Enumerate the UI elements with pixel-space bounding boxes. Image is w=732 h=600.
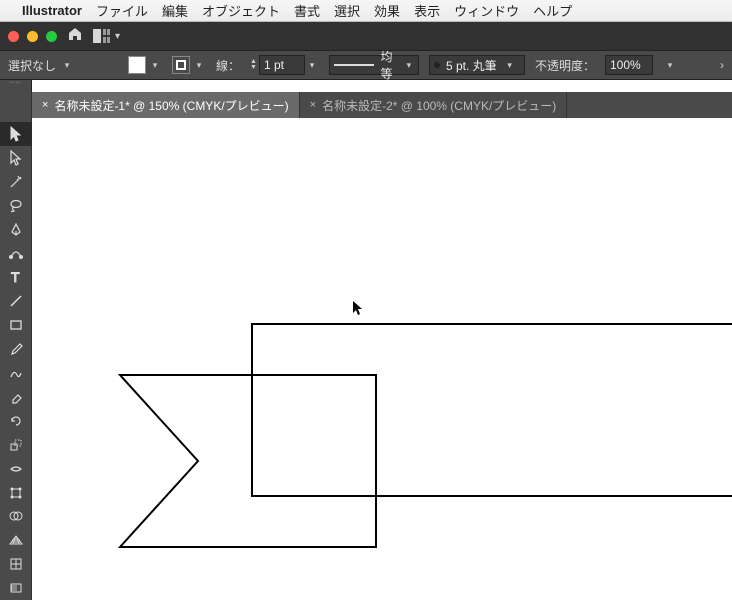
selection-tool[interactable] xyxy=(0,122,32,146)
tool-panel-grip[interactable]: ┄┄ xyxy=(0,80,32,92)
canvas[interactable] xyxy=(32,118,732,600)
selection-status: 選択なし ▾ xyxy=(8,57,118,74)
type-tool[interactable]: T xyxy=(0,265,32,289)
tab-document-1[interactable]: × 名称未設定-1* @ 150% (CMYK/プレビュー) xyxy=(32,92,300,118)
tools-panel: T xyxy=(0,92,32,600)
magic-wand-tool[interactable] xyxy=(0,170,32,194)
chevron-down-icon: ▾ xyxy=(115,31,120,42)
close-tab-icon[interactable]: × xyxy=(310,99,316,111)
tab-document-2[interactable]: × 名称未設定-2* @ 100% (CMYK/プレビュー) xyxy=(300,92,568,118)
rectangle-tool[interactable] xyxy=(0,313,32,337)
fill-dropdown[interactable]: ▾ xyxy=(148,60,162,71)
stroke-preview-icon xyxy=(334,64,375,66)
fill-swatch-group: ▾ xyxy=(128,56,162,74)
menu-object[interactable]: オブジェクト xyxy=(202,1,280,20)
mesh-tool[interactable] xyxy=(0,552,32,576)
menu-window[interactable]: ウィンドウ xyxy=(454,1,519,20)
zoom-window-button[interactable] xyxy=(46,31,57,42)
brush-dropdown[interactable]: ▾ xyxy=(503,60,517,71)
eraser-tool[interactable] xyxy=(0,385,32,409)
app-bar: ▾ xyxy=(0,22,732,50)
stroke-dropdown[interactable]: ▾ xyxy=(192,60,206,71)
window-controls xyxy=(8,31,57,42)
minimize-window-button[interactable] xyxy=(27,31,38,42)
brush-field[interactable]: 5 pt. 丸筆 ▾ xyxy=(429,55,525,75)
stroke-width-spinner[interactable]: ▲▼ 1 pt ▾ xyxy=(250,55,319,75)
shaper-tool[interactable] xyxy=(0,361,32,385)
lasso-tool[interactable] xyxy=(0,194,32,218)
menu-view[interactable]: 表示 xyxy=(414,1,440,20)
curvature-tool[interactable] xyxy=(0,242,32,266)
width-tool[interactable] xyxy=(0,457,32,481)
perspective-grid-tool[interactable] xyxy=(0,528,32,552)
fill-color-swatch[interactable] xyxy=(128,56,146,74)
home-icon[interactable] xyxy=(67,26,83,47)
stroke-swatch-group: ▾ xyxy=(172,56,206,74)
brush-preview-icon xyxy=(434,62,440,68)
control-overflow-button[interactable]: › xyxy=(720,58,724,72)
stroke-profile-label: 均等 xyxy=(380,48,397,82)
paintbrush-tool[interactable] xyxy=(0,337,32,361)
stroke-width-dropdown[interactable]: ▾ xyxy=(305,60,319,71)
menu-help[interactable]: ヘルプ xyxy=(533,1,572,20)
line-tool[interactable] xyxy=(0,289,32,313)
menu-type[interactable]: 書式 xyxy=(294,1,320,20)
shape-builder-tool[interactable] xyxy=(0,505,32,529)
macos-menubar: Illustrator ファイル 編集 オブジェクト 書式 選択 効果 表示 ウ… xyxy=(0,0,732,22)
direct-selection-tool[interactable] xyxy=(0,146,32,170)
close-window-button[interactable] xyxy=(8,31,19,42)
menu-select[interactable]: 選択 xyxy=(334,1,360,20)
opacity-label: 不透明度： xyxy=(535,57,595,74)
selection-label: 選択なし xyxy=(8,57,56,74)
document-tabs: × 名称未設定-1* @ 150% (CMYK/プレビュー) × 名称未設定-2… xyxy=(32,92,732,118)
gradient-tool[interactable] xyxy=(0,576,32,600)
opacity-field[interactable]: 100% xyxy=(605,55,653,75)
stroke-width-field[interactable]: 1 pt xyxy=(259,55,305,75)
pen-tool[interactable] xyxy=(0,218,32,242)
rotate-tool[interactable] xyxy=(0,409,32,433)
selection-dropdown[interactable]: ▾ xyxy=(60,60,74,71)
stroke-color-swatch[interactable] xyxy=(172,56,190,74)
menu-file[interactable]: ファイル xyxy=(96,1,148,20)
stroke-label: 線： xyxy=(216,57,240,74)
vector-path-rectangle[interactable] xyxy=(250,322,732,498)
tab-label: 名称未設定-2* @ 100% (CMYK/プレビュー) xyxy=(322,97,556,114)
menu-effect[interactable]: 効果 xyxy=(374,1,400,20)
brush-label: 5 pt. 丸筆 xyxy=(446,57,497,74)
scale-tool[interactable] xyxy=(0,433,32,457)
cursor-arrow-icon xyxy=(352,301,364,317)
control-bar: 選択なし ▾ ▾ ▾ 線： ▲▼ 1 pt ▾ 均等 ▾ 5 pt. 丸筆 ▾ … xyxy=(0,50,732,80)
arrange-documents-button[interactable]: ▾ xyxy=(93,29,120,43)
svg-text:T: T xyxy=(11,269,20,285)
opacity-dropdown[interactable]: ▾ xyxy=(663,60,677,71)
menu-edit[interactable]: 編集 xyxy=(162,1,188,20)
tab-label: 名称未設定-1* @ 150% (CMYK/プレビュー) xyxy=(54,97,288,114)
close-tab-icon[interactable]: × xyxy=(42,99,48,111)
app-menu[interactable]: Illustrator xyxy=(22,3,82,18)
stroke-profile-dropdown[interactable]: ▾ xyxy=(404,60,414,71)
free-transform-tool[interactable] xyxy=(0,481,32,505)
stroke-profile-field[interactable]: 均等 ▾ xyxy=(329,55,419,75)
